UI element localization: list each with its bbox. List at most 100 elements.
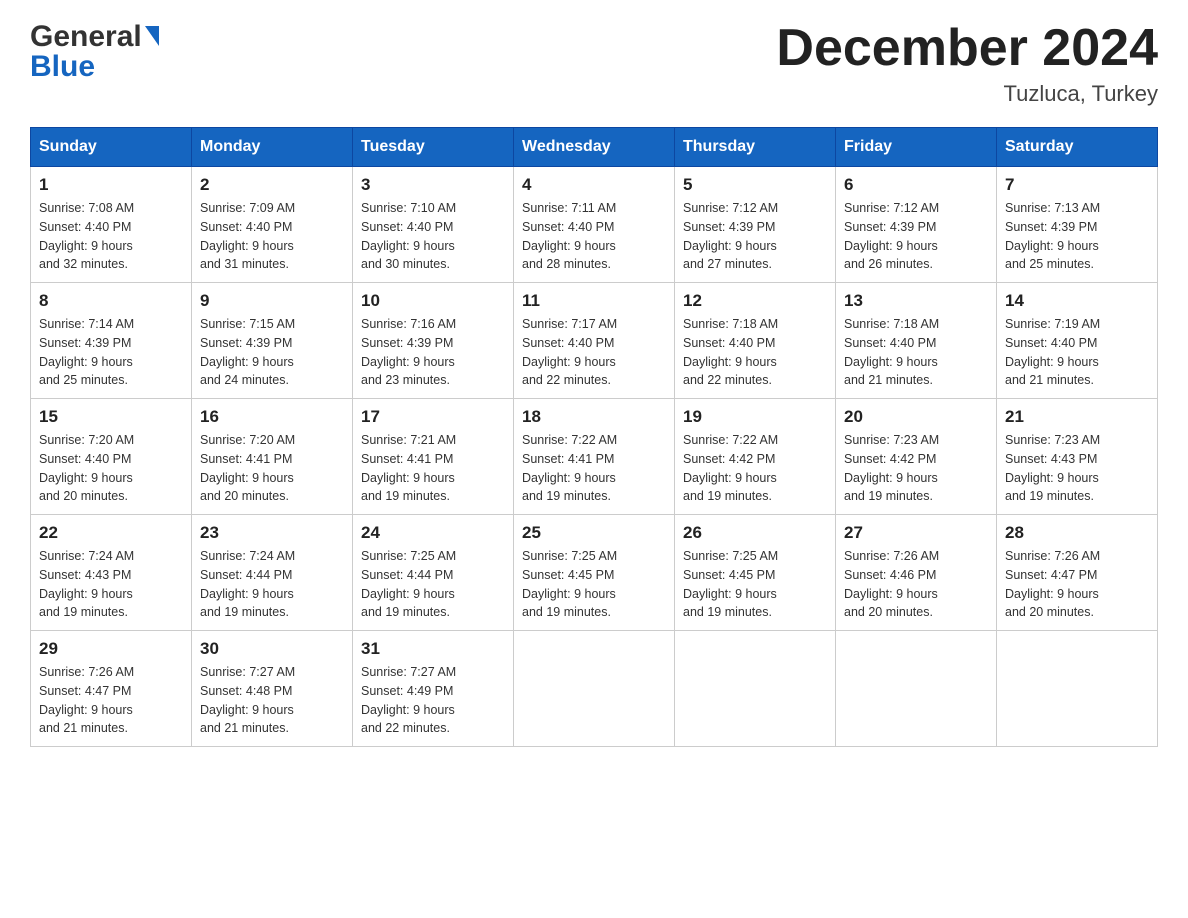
weekday-header-tuesday: Tuesday bbox=[353, 128, 514, 167]
weekday-header-thursday: Thursday bbox=[675, 128, 836, 167]
weekday-header-saturday: Saturday bbox=[997, 128, 1158, 167]
day-number: 24 bbox=[361, 523, 505, 543]
day-number: 1 bbox=[39, 175, 183, 195]
day-number: 18 bbox=[522, 407, 666, 427]
day-number: 14 bbox=[1005, 291, 1149, 311]
day-cell-7: 7 Sunrise: 7:13 AMSunset: 4:39 PMDaylight… bbox=[997, 167, 1158, 283]
day-cell-4: 4 Sunrise: 7:11 AMSunset: 4:40 PMDaylight… bbox=[514, 167, 675, 283]
day-cell-25: 25 Sunrise: 7:25 AMSunset: 4:45 PMDayligh… bbox=[514, 515, 675, 631]
day-info: Sunrise: 7:21 AMSunset: 4:41 PMDaylight:… bbox=[361, 431, 505, 506]
logo-general: General bbox=[30, 20, 142, 54]
day-cell-23: 23 Sunrise: 7:24 AMSunset: 4:44 PMDayligh… bbox=[192, 515, 353, 631]
day-number: 19 bbox=[683, 407, 827, 427]
day-info: Sunrise: 7:24 AMSunset: 4:44 PMDaylight:… bbox=[200, 547, 344, 622]
day-info: Sunrise: 7:27 AMSunset: 4:49 PMDaylight:… bbox=[361, 663, 505, 738]
day-number: 17 bbox=[361, 407, 505, 427]
day-cell-20: 20Sunrise: 7:23 AMSunset: 4:42 PMDayligh… bbox=[836, 399, 997, 515]
day-number: 29 bbox=[39, 639, 183, 659]
day-info: Sunrise: 7:26 AMSunset: 4:47 PMDaylight:… bbox=[1005, 547, 1149, 622]
day-info: Sunrise: 7:27 AMSunset: 4:48 PMDaylight:… bbox=[200, 663, 344, 738]
day-number: 2 bbox=[200, 175, 344, 195]
location: Tuzluca, Turkey bbox=[776, 81, 1158, 107]
day-cell-16: 16Sunrise: 7:20 AMSunset: 4:41 PMDayligh… bbox=[192, 399, 353, 515]
day-cell-18: 18 Sunrise: 7:22 AMSunset: 4:41 PMDayligh… bbox=[514, 399, 675, 515]
day-number: 27 bbox=[844, 523, 988, 543]
calendar-table: SundayMondayTuesdayWednesdayThursdayFrid… bbox=[30, 127, 1158, 747]
week-row-3: 15Sunrise: 7:20 AMSunset: 4:40 PMDayligh… bbox=[31, 399, 1158, 515]
day-info: Sunrise: 7:22 AMSunset: 4:41 PMDaylight:… bbox=[522, 431, 666, 506]
day-cell-31: 31 Sunrise: 7:27 AMSunset: 4:49 PMDayligh… bbox=[353, 631, 514, 747]
logo: General Blue bbox=[30, 20, 159, 84]
day-number: 31 bbox=[361, 639, 505, 659]
day-info: Sunrise: 7:11 AMSunset: 4:40 PMDaylight:… bbox=[522, 199, 666, 274]
day-cell-27: 27 Sunrise: 7:26 AMSunset: 4:46 PMDayligh… bbox=[836, 515, 997, 631]
day-number: 28 bbox=[1005, 523, 1149, 543]
day-cell-15: 15Sunrise: 7:20 AMSunset: 4:40 PMDayligh… bbox=[31, 399, 192, 515]
week-row-2: 8Sunrise: 7:14 AMSunset: 4:39 PMDaylight… bbox=[31, 283, 1158, 399]
day-info: Sunrise: 7:09 AMSunset: 4:40 PMDaylight:… bbox=[200, 199, 344, 274]
day-info: Sunrise: 7:26 AMSunset: 4:47 PMDaylight:… bbox=[39, 663, 183, 738]
day-cell-12: 12 Sunrise: 7:18 AMSunset: 4:40 PMDayligh… bbox=[675, 283, 836, 399]
day-info: Sunrise: 7:19 AMSunset: 4:40 PMDaylight:… bbox=[1005, 315, 1149, 390]
day-info: Sunrise: 7:12 AMSunset: 4:39 PMDaylight:… bbox=[683, 199, 827, 274]
day-cell-3: 3 Sunrise: 7:10 AMSunset: 4:40 PMDaylight… bbox=[353, 167, 514, 283]
day-info: Sunrise: 7:08 AMSunset: 4:40 PMDaylight:… bbox=[39, 199, 183, 274]
day-cell-17: 17 Sunrise: 7:21 AMSunset: 4:41 PMDayligh… bbox=[353, 399, 514, 515]
day-number: 23 bbox=[200, 523, 344, 543]
day-info: Sunrise: 7:25 AMSunset: 4:44 PMDaylight:… bbox=[361, 547, 505, 622]
day-cell-13: 13 Sunrise: 7:18 AMSunset: 4:40 PMDayligh… bbox=[836, 283, 997, 399]
week-row-1: 1 Sunrise: 7:08 AMSunset: 4:40 PMDaylight… bbox=[31, 167, 1158, 283]
empty-cell bbox=[514, 631, 675, 747]
day-number: 10 bbox=[361, 291, 505, 311]
day-number: 11 bbox=[522, 291, 666, 311]
day-number: 30 bbox=[200, 639, 344, 659]
day-number: 3 bbox=[361, 175, 505, 195]
day-number: 9 bbox=[200, 291, 344, 311]
day-number: 25 bbox=[522, 523, 666, 543]
month-title: December 2024 bbox=[776, 20, 1158, 77]
day-cell-22: 22Sunrise: 7:24 AMSunset: 4:43 PMDayligh… bbox=[31, 515, 192, 631]
day-number: 12 bbox=[683, 291, 827, 311]
day-number: 21 bbox=[1005, 407, 1149, 427]
weekday-header-friday: Friday bbox=[836, 128, 997, 167]
logo-arrow-icon bbox=[145, 26, 159, 46]
day-number: 26 bbox=[683, 523, 827, 543]
day-info: Sunrise: 7:10 AMSunset: 4:40 PMDaylight:… bbox=[361, 199, 505, 274]
day-cell-28: 28 Sunrise: 7:26 AMSunset: 4:47 PMDayligh… bbox=[997, 515, 1158, 631]
day-info: Sunrise: 7:18 AMSunset: 4:40 PMDaylight:… bbox=[683, 315, 827, 390]
week-row-5: 29 Sunrise: 7:26 AMSunset: 4:47 PMDayligh… bbox=[31, 631, 1158, 747]
weekday-header-monday: Monday bbox=[192, 128, 353, 167]
day-info: Sunrise: 7:20 AMSunset: 4:40 PMDaylight:… bbox=[39, 431, 183, 506]
empty-cell bbox=[997, 631, 1158, 747]
day-info: Sunrise: 7:25 AMSunset: 4:45 PMDaylight:… bbox=[683, 547, 827, 622]
day-cell-26: 26 Sunrise: 7:25 AMSunset: 4:45 PMDayligh… bbox=[675, 515, 836, 631]
day-cell-14: 14 Sunrise: 7:19 AMSunset: 4:40 PMDayligh… bbox=[997, 283, 1158, 399]
day-info: Sunrise: 7:23 AMSunset: 4:43 PMDaylight:… bbox=[1005, 431, 1149, 506]
day-cell-30: 30 Sunrise: 7:27 AMSunset: 4:48 PMDayligh… bbox=[192, 631, 353, 747]
weekday-header-wednesday: Wednesday bbox=[514, 128, 675, 167]
day-info: Sunrise: 7:23 AMSunset: 4:42 PMDaylight:… bbox=[844, 431, 988, 506]
day-number: 16 bbox=[200, 407, 344, 427]
day-cell-11: 11 Sunrise: 7:17 AMSunset: 4:40 PMDayligh… bbox=[514, 283, 675, 399]
day-cell-9: 9Sunrise: 7:15 AMSunset: 4:39 PMDaylight… bbox=[192, 283, 353, 399]
day-cell-2: 2 Sunrise: 7:09 AMSunset: 4:40 PMDaylight… bbox=[192, 167, 353, 283]
day-info: Sunrise: 7:25 AMSunset: 4:45 PMDaylight:… bbox=[522, 547, 666, 622]
day-cell-5: 5Sunrise: 7:12 AMSunset: 4:39 PMDaylight… bbox=[675, 167, 836, 283]
day-number: 22 bbox=[39, 523, 183, 543]
day-number: 7 bbox=[1005, 175, 1149, 195]
day-cell-8: 8Sunrise: 7:14 AMSunset: 4:39 PMDaylight… bbox=[31, 283, 192, 399]
day-number: 4 bbox=[522, 175, 666, 195]
day-info: Sunrise: 7:26 AMSunset: 4:46 PMDaylight:… bbox=[844, 547, 988, 622]
day-info: Sunrise: 7:18 AMSunset: 4:40 PMDaylight:… bbox=[844, 315, 988, 390]
page-header: General Blue December 2024 Tuzluca, Turk… bbox=[30, 20, 1158, 107]
day-number: 8 bbox=[39, 291, 183, 311]
day-cell-10: 10Sunrise: 7:16 AMSunset: 4:39 PMDayligh… bbox=[353, 283, 514, 399]
day-number: 13 bbox=[844, 291, 988, 311]
day-cell-29: 29 Sunrise: 7:26 AMSunset: 4:47 PMDayligh… bbox=[31, 631, 192, 747]
weekday-header-row: SundayMondayTuesdayWednesdayThursdayFrid… bbox=[31, 128, 1158, 167]
day-info: Sunrise: 7:13 AMSunset: 4:39 PMDaylight:… bbox=[1005, 199, 1149, 274]
logo-blue: Blue bbox=[30, 50, 95, 84]
day-cell-1: 1 Sunrise: 7:08 AMSunset: 4:40 PMDaylight… bbox=[31, 167, 192, 283]
empty-cell bbox=[836, 631, 997, 747]
day-info: Sunrise: 7:17 AMSunset: 4:40 PMDaylight:… bbox=[522, 315, 666, 390]
